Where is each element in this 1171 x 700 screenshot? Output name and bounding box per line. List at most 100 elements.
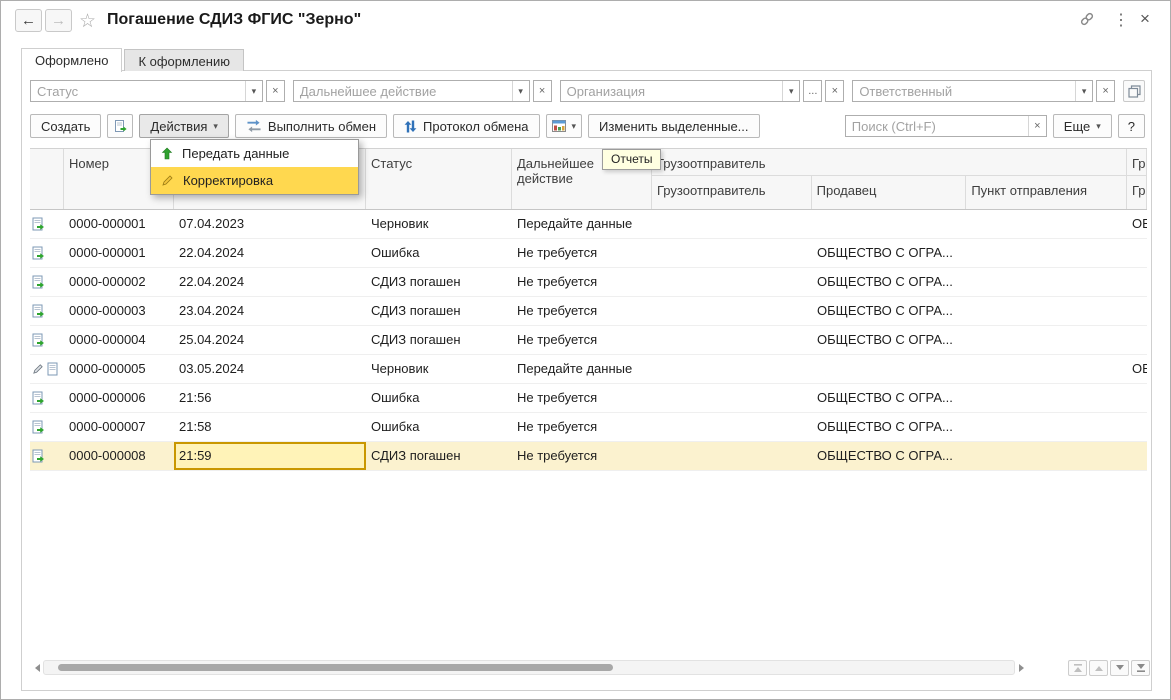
scrollbar-track[interactable] bbox=[43, 660, 1015, 675]
app-window: ← → ☆ Погашение СДИЗ ФГИС "Зерно" ⋮ × Оф… bbox=[0, 0, 1171, 700]
departure-point-cell bbox=[967, 297, 1127, 326]
col-group-truncated-title[interactable]: Гр bbox=[1127, 149, 1146, 176]
consignor-subheaders: Грузоотправитель Продавец Пункт отправле… bbox=[652, 176, 1126, 209]
go-top-button[interactable] bbox=[1068, 660, 1087, 676]
forward-button[interactable]: → bbox=[45, 9, 72, 32]
status-cell: СДИЗ погашен bbox=[366, 268, 512, 297]
chevron-down-icon[interactable]: ▾ bbox=[782, 81, 799, 101]
document-icon bbox=[32, 391, 45, 405]
menu-item-transfer-data[interactable]: Передать данные bbox=[151, 140, 358, 167]
filter-organization: Организация ▾ ... × bbox=[559, 80, 845, 102]
col-header-departure-point[interactable]: Пункт отправления bbox=[966, 176, 1126, 209]
report-table-icon bbox=[551, 120, 566, 132]
create-by-copy-button[interactable] bbox=[107, 114, 134, 138]
menu-item-label: Передать данные bbox=[182, 146, 290, 161]
col-header-seller[interactable]: Продавец bbox=[812, 176, 967, 209]
table-row[interactable]: 0000-000006 21:56 Ошибка Не требуется ОБ… bbox=[30, 384, 1147, 413]
col-header-status[interactable]: Статус bbox=[366, 149, 512, 209]
consignor-cell bbox=[652, 297, 812, 326]
truncated-cell bbox=[1127, 384, 1147, 413]
truncated-cell bbox=[1127, 297, 1147, 326]
row-edit-pencil-icon bbox=[32, 363, 44, 375]
search-input[interactable] bbox=[845, 118, 1028, 134]
date-cell: 23.04.2024 bbox=[174, 297, 366, 326]
table-row[interactable]: 0000-000003 23.04.2024 СДИЗ погашен Не т… bbox=[30, 297, 1147, 326]
clear-responsible-filter-button[interactable]: × bbox=[1096, 80, 1116, 102]
tab-k-oformleniyu[interactable]: К оформлению bbox=[124, 49, 244, 71]
clear-next-action-filter-button[interactable]: × bbox=[532, 80, 552, 102]
back-button[interactable]: ← bbox=[15, 9, 42, 32]
actions-menu-button[interactable]: Действия ▾ bbox=[139, 114, 229, 138]
seller-cell: ОБЩЕСТВО С ОГРА... bbox=[812, 442, 967, 471]
col-header-consignor[interactable]: Грузоотправитель bbox=[652, 176, 812, 209]
edit-selected-button[interactable]: Изменить выделенные... bbox=[588, 114, 760, 138]
truncated-cell bbox=[1127, 442, 1147, 471]
number-cell: 0000-000006 bbox=[64, 384, 174, 413]
document-icon bbox=[32, 333, 45, 347]
departure-point-cell bbox=[967, 326, 1127, 355]
choose-organization-button[interactable]: ... bbox=[803, 80, 823, 102]
date-cell: 21:58 bbox=[174, 413, 366, 442]
row-state-cell bbox=[30, 210, 64, 239]
page-title: Погашение СДИЗ ФГИС "Зерно" bbox=[107, 11, 362, 28]
clear-search-icon[interactable]: × bbox=[1027, 116, 1046, 136]
document-icon bbox=[32, 246, 45, 260]
table-row[interactable]: 0000-000008 21:59 СДИЗ погашен Не требуе… bbox=[30, 442, 1147, 471]
status-cell: СДИЗ погашен bbox=[366, 442, 512, 471]
table-row[interactable]: 0000-000001 07.04.2023 Черновик Передайт… bbox=[30, 210, 1147, 239]
departure-point-cell bbox=[967, 442, 1127, 471]
status-cell: СДИЗ погашен bbox=[366, 326, 512, 355]
tab-oformleno[interactable]: Оформлено bbox=[21, 48, 123, 72]
filter-settings-button[interactable] bbox=[1123, 80, 1145, 102]
actions-dropdown-menu: Передать данные Корректировка bbox=[150, 139, 359, 195]
help-button[interactable]: ? bbox=[1117, 114, 1145, 138]
responsible-filter-input[interactable]: Ответственный ▾ bbox=[852, 80, 1094, 102]
table-row[interactable]: 0000-000004 25.04.2024 СДИЗ погашен Не т… bbox=[30, 326, 1147, 355]
scrollbar-thumb[interactable] bbox=[58, 664, 613, 671]
scroll-left-icon[interactable] bbox=[32, 660, 43, 675]
number-cell: 0000-000001 bbox=[64, 210, 174, 239]
chevron-down-icon[interactable]: ▾ bbox=[511, 81, 529, 101]
reports-button[interactable]: ▾ bbox=[545, 114, 583, 138]
consignor-cell bbox=[652, 326, 812, 355]
departure-point-cell bbox=[967, 210, 1127, 239]
scroll-right-icon[interactable] bbox=[1015, 660, 1026, 675]
clear-organization-filter-button[interactable]: × bbox=[825, 80, 845, 102]
table-row[interactable]: 0000-000002 22.04.2024 СДИЗ погашен Не т… bbox=[30, 268, 1147, 297]
run-exchange-button[interactable]: Выполнить обмен bbox=[234, 114, 388, 138]
main-panel: Статус ▾ × Дальнейшее действие ▾ × Орган… bbox=[21, 70, 1152, 691]
filter-status: Статус ▾ × bbox=[30, 80, 285, 102]
menu-item-correction[interactable]: Корректировка bbox=[151, 167, 358, 194]
clear-status-filter-button[interactable]: × bbox=[265, 80, 285, 102]
table-row[interactable]: 0000-000005 03.05.2024 Черновик Передайт… bbox=[30, 355, 1147, 384]
document-list: Номер Статус Дальнейшее действие Грузоот… bbox=[30, 148, 1147, 471]
reports-tooltip: Отчеты bbox=[602, 149, 662, 170]
go-bottom-button[interactable] bbox=[1131, 660, 1150, 676]
status-filter-input[interactable]: Статус ▾ bbox=[30, 80, 263, 102]
actions-label: Действия bbox=[150, 118, 208, 134]
page-up-button[interactable] bbox=[1089, 660, 1108, 676]
close-icon[interactable]: × bbox=[1140, 9, 1150, 29]
date-cell: 03.05.2024 bbox=[174, 355, 366, 384]
chevron-down-icon: ▾ bbox=[571, 120, 577, 131]
get-link-icon[interactable] bbox=[1079, 11, 1095, 32]
next-action-filter-input[interactable]: Дальнейшее действие ▾ bbox=[292, 80, 530, 102]
more-menu-icon[interactable]: ⋮ bbox=[1113, 10, 1129, 30]
exchange-icon bbox=[246, 119, 262, 133]
page-down-button[interactable] bbox=[1110, 660, 1129, 676]
status-cell: Черновик bbox=[366, 355, 512, 384]
table-row[interactable]: 0000-000007 21:58 Ошибка Не требуется ОБ… bbox=[30, 413, 1147, 442]
col-header-truncated[interactable]: Гр bbox=[1127, 176, 1146, 209]
list-navigation bbox=[1068, 660, 1150, 676]
more-button[interactable]: Еще ▾ bbox=[1052, 114, 1112, 138]
chevron-down-icon[interactable]: ▾ bbox=[244, 81, 262, 101]
col-group-consignor-title[interactable]: Грузоотправитель bbox=[652, 149, 1126, 176]
exchange-protocol-button[interactable]: Протокол обмена bbox=[393, 114, 540, 138]
table-row[interactable]: 0000-000001 22.04.2024 Ошибка Не требует… bbox=[30, 239, 1147, 268]
col-group-truncated: Гр Гр bbox=[1127, 149, 1147, 209]
favorite-star-icon[interactable]: ☆ bbox=[79, 10, 96, 33]
chevron-down-icon[interactable]: ▾ bbox=[1075, 81, 1092, 101]
create-button[interactable]: Создать bbox=[30, 114, 102, 138]
organization-filter-input[interactable]: Организация ▾ bbox=[559, 80, 801, 102]
status-filter-placeholder: Статус bbox=[37, 83, 79, 99]
